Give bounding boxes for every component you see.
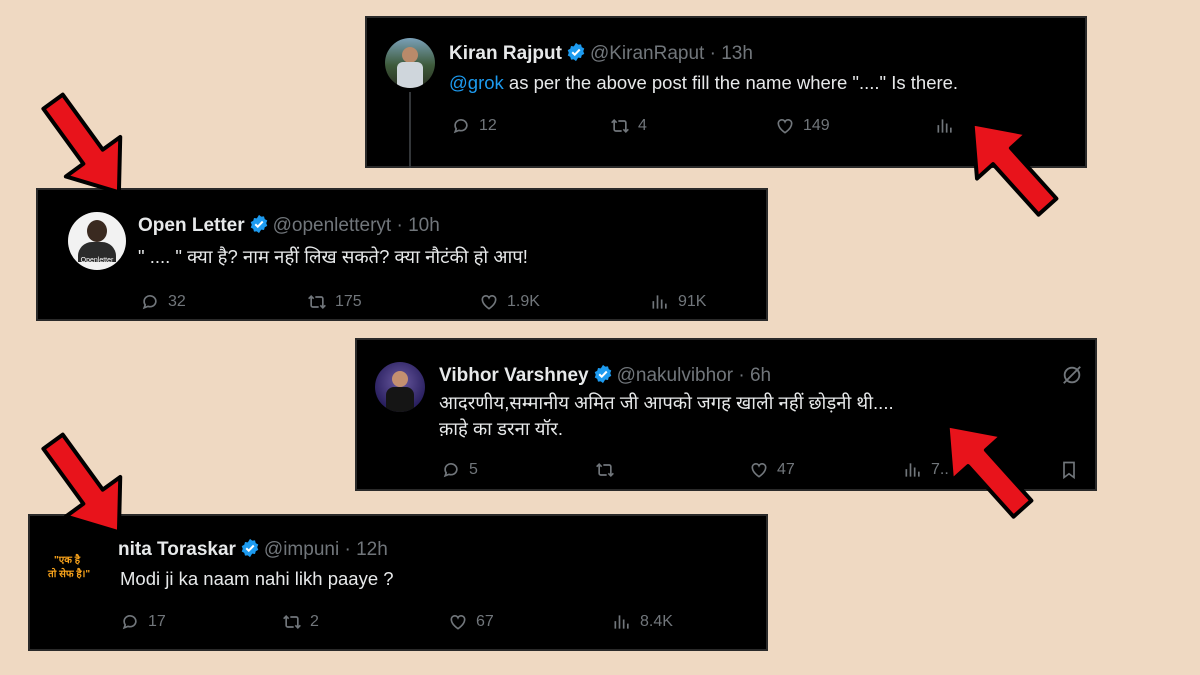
like-button[interactable]: 47: [749, 460, 795, 480]
retweet-icon: [610, 116, 630, 136]
views-icon: [612, 612, 632, 632]
avatar[interactable]: [375, 362, 425, 412]
view-count: 8.4K: [640, 613, 673, 630]
reply-button[interactable]: 5: [441, 460, 478, 480]
timestamp[interactable]: 6h: [750, 365, 771, 386]
like-count: 47: [777, 461, 795, 478]
reply-count: 17: [148, 613, 166, 630]
verified-badge-icon: [566, 42, 586, 62]
like-icon: [479, 292, 499, 312]
views-button[interactable]: 91K: [650, 292, 706, 312]
mention-link[interactable]: @grok: [449, 72, 504, 93]
views-icon: [650, 292, 670, 312]
tweet-text: Modi ji ka naam nahi likh paaye ?: [120, 568, 394, 589]
timestamp[interactable]: 13h: [721, 43, 753, 64]
tweet-text: " .... " क्या है? नाम नहीं लिख सकते? क्य…: [138, 246, 528, 267]
retweet-count: 4: [638, 117, 647, 134]
separator: ·: [709, 43, 716, 64]
timestamp[interactable]: 10h: [408, 215, 440, 236]
avatar[interactable]: [385, 38, 435, 88]
bookmark-icon[interactable]: [1059, 460, 1079, 480]
reply-count: 32: [168, 293, 186, 310]
separator: ·: [396, 215, 403, 236]
avatar-line2: तो सेफ है।": [48, 569, 91, 580]
like-button[interactable]: 67: [448, 612, 494, 632]
handle[interactable]: @KiranRaput: [590, 43, 704, 64]
tweet-card-openletter[interactable]: Openletter Open Letter @openletteryt · 10…: [36, 188, 768, 321]
timestamp[interactable]: 12h: [356, 539, 388, 560]
reply-button[interactable]: 17: [120, 612, 166, 632]
avatar-label: Openletter: [80, 257, 114, 264]
like-icon: [448, 612, 468, 632]
separator: ·: [738, 365, 745, 386]
reply-icon: [441, 460, 461, 480]
verified-badge-icon: [249, 214, 269, 234]
tweet-text-line1: आदरणीय,सम्मानीय अमित जी आपको जगह खाली नह…: [439, 392, 894, 413]
reply-count: 12: [479, 117, 497, 134]
like-count: 1.9K: [507, 293, 540, 310]
handle[interactable]: @impuni: [264, 539, 339, 560]
reply-count: 5: [469, 461, 478, 478]
retweet-icon: [282, 612, 302, 632]
retweet-count: 2: [310, 613, 319, 630]
handle[interactable]: @openletteryt: [273, 215, 392, 236]
reply-button[interactable]: 12: [451, 116, 497, 136]
avatar-line1: "एक है: [54, 555, 81, 566]
like-button[interactable]: 1.9K: [479, 292, 540, 312]
view-count: 91K: [678, 293, 707, 310]
retweet-button[interactable]: 4: [610, 116, 647, 136]
tweet-text-body: as per the above post fill the name wher…: [503, 72, 959, 93]
views-button[interactable]: 8.4K: [612, 612, 673, 632]
tweet-text-line2: क़ाहे का डरना यॉर.: [439, 418, 563, 439]
retweet-icon: [595, 460, 615, 480]
tweet-text: @grok as per the above post fill the nam…: [449, 70, 958, 96]
reply-icon: [451, 116, 471, 136]
separator: ·: [344, 539, 351, 560]
display-name[interactable]: Kiran Rajput: [449, 43, 562, 64]
retweet-button[interactable]: 175: [307, 292, 362, 312]
grok-icon[interactable]: [1061, 364, 1083, 386]
retweet-button[interactable]: 2: [282, 612, 319, 632]
display-name[interactable]: Vibhor Varshney: [439, 365, 589, 386]
reply-button[interactable]: 32: [140, 292, 186, 312]
handle[interactable]: @nakulvibhor: [617, 365, 733, 386]
display-name[interactable]: Open Letter: [138, 215, 245, 236]
like-count: 149: [803, 117, 830, 134]
retweet-button[interactable]: [595, 460, 623, 480]
like-icon: [775, 116, 795, 136]
thread-line: [409, 92, 411, 168]
verified-badge-icon: [593, 364, 613, 384]
views-icon: [903, 460, 923, 480]
verified-badge-icon: [240, 538, 260, 558]
reply-icon: [140, 292, 160, 312]
retweet-count: 175: [335, 293, 362, 310]
retweet-icon: [307, 292, 327, 312]
like-icon: [749, 460, 769, 480]
like-button[interactable]: 149: [775, 116, 830, 136]
like-count: 67: [476, 613, 494, 630]
reply-icon: [120, 612, 140, 632]
